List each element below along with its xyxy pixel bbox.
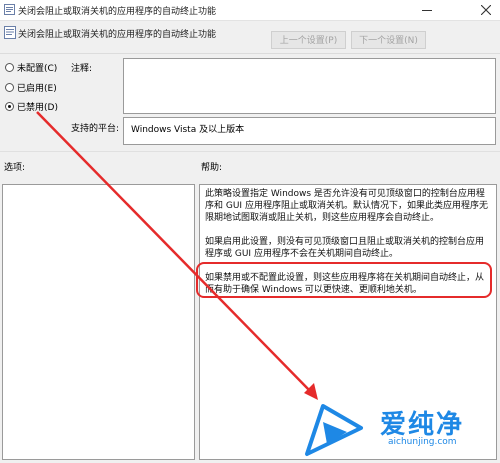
annotation-arrow xyxy=(36,111,318,400)
brand-logo-icon xyxy=(305,404,363,456)
watermark-brand: 爱纯净 xyxy=(380,410,465,440)
watermark-site: aichunjing.com xyxy=(388,437,457,447)
